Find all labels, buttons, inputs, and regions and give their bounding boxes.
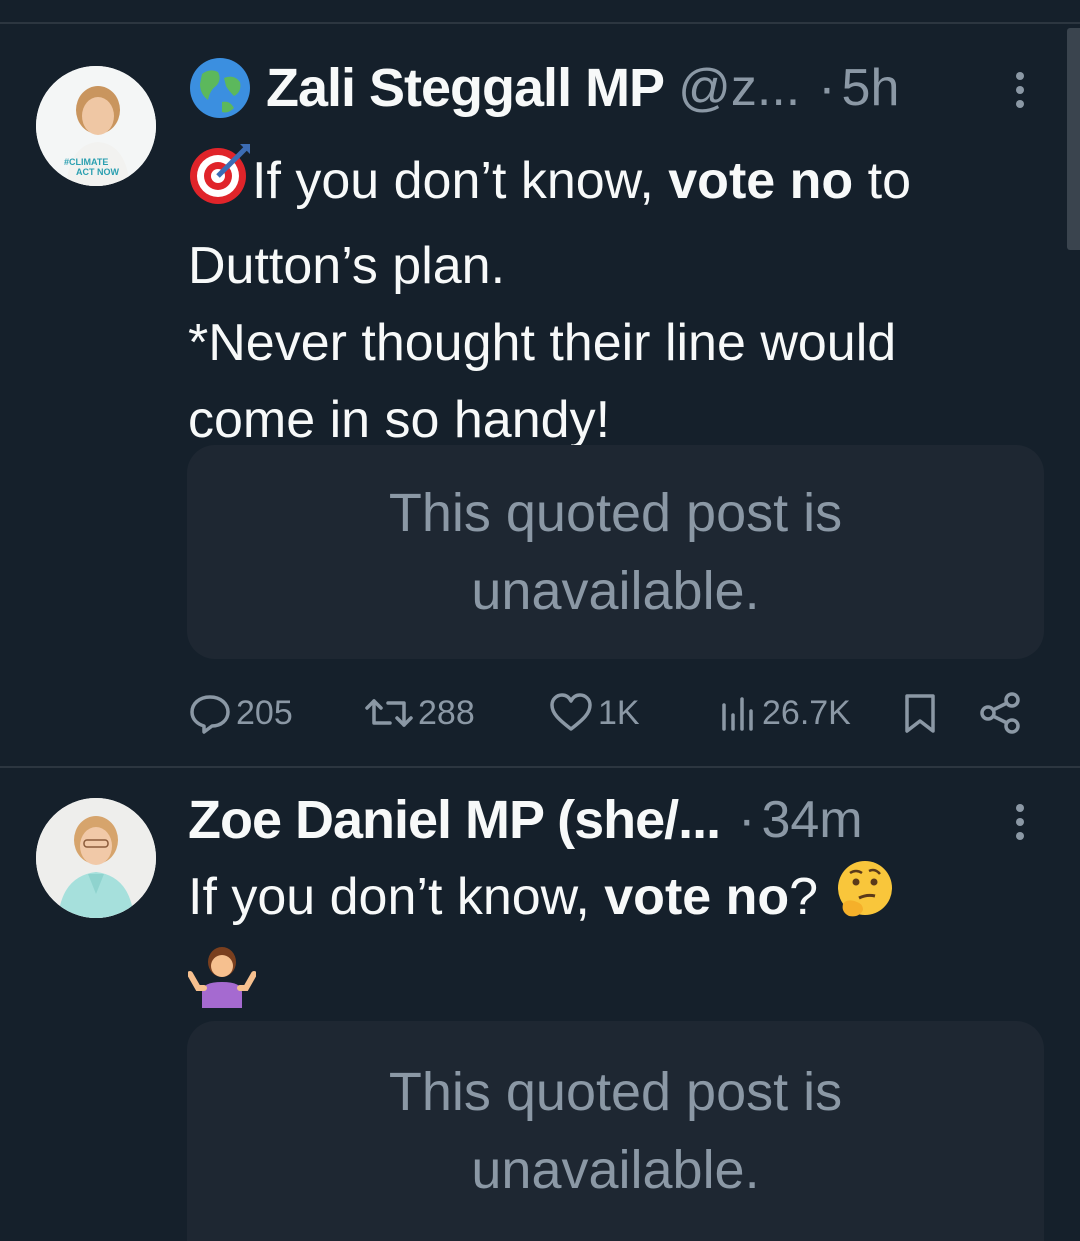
quoted-post-unavailable: This quoted post is unavailable. <box>388 1062 843 1200</box>
tweet-text-line: Dutton’s plan. <box>188 237 506 295</box>
bookmark-button[interactable] <box>900 688 944 738</box>
more-options-icon[interactable] <box>1000 70 1040 110</box>
view-count: 26.7K <box>762 693 851 732</box>
quoted-post-card[interactable]: This quoted post is unavailable. <box>187 445 1044 659</box>
tweet-header: Zoe Daniel MP (she/... · 34m <box>188 790 1040 850</box>
quoted-post-unavailable: This quoted post is unavailable. <box>388 483 843 621</box>
reply-icon <box>190 695 230 734</box>
timestamp[interactable]: 5h <box>842 58 900 118</box>
reply-button[interactable]: 205 <box>188 688 293 738</box>
share-icon <box>980 692 1020 734</box>
tweet-text-bold: vote no <box>668 152 854 210</box>
display-name[interactable]: Zali Steggall MP <box>266 57 665 119</box>
tweet-text-part: to <box>853 152 911 210</box>
tweet-text-line: *Never thought their line would <box>188 314 897 372</box>
tweet-text: If you don’t know, vote no? <box>187 858 1020 1030</box>
share-button[interactable] <box>978 688 1026 738</box>
avatar[interactable]: #CLIMATE ACT NOW <box>36 66 156 186</box>
reply-count: 205 <box>236 693 293 732</box>
repost-button[interactable]: 288 <box>364 688 475 738</box>
display-name[interactable]: Zoe Daniel MP (she/... <box>188 789 721 851</box>
views-button[interactable]: 26.7K <box>718 688 851 738</box>
separator-dot: · <box>818 59 836 117</box>
user-handle[interactable]: @z... <box>678 58 800 118</box>
tweet-header: Zali Steggall MP @z... · 5h <box>188 58 1040 118</box>
tweet-text-part: If you don’t know, <box>252 152 669 210</box>
repost-count: 288 <box>418 693 475 732</box>
tweet[interactable]: #CLIMATE ACT NOW Zali Steggall MP @z... … <box>0 24 1080 766</box>
tweet-actions: 205 288 1K 26.7K <box>188 688 1028 738</box>
like-count: 1K <box>598 693 640 732</box>
thinking-face-icon <box>833 858 897 944</box>
separator-dot: · <box>738 791 756 849</box>
tweet-text-part: If you don’t know, <box>188 868 605 926</box>
timestamp[interactable]: 34m <box>761 790 862 850</box>
more-options-icon[interactable] <box>1000 802 1040 842</box>
direct-hit-target-icon <box>188 142 252 228</box>
svg-text:ACT NOW: ACT NOW <box>76 167 119 177</box>
heart-icon <box>550 693 592 731</box>
tweet-text-bold: vote no <box>604 868 790 926</box>
person-shrugging-icon <box>187 944 257 1030</box>
svg-text:#CLIMATE: #CLIMATE <box>64 157 108 167</box>
repost-icon <box>365 699 413 727</box>
like-button[interactable]: 1K <box>548 688 640 738</box>
tweet-text-part: ? <box>789 868 819 926</box>
globe-icon <box>188 56 252 120</box>
analytics-icon <box>722 697 753 731</box>
tweet[interactable]: Zoe Daniel MP (she/... · 34m If you don’… <box>0 768 1080 1241</box>
tweet-text: If you don’t know, vote no to Dutton’s p… <box>188 142 1020 459</box>
quoted-post-card[interactable]: This quoted post is unavailable. <box>187 1021 1044 1241</box>
avatar[interactable] <box>36 798 156 918</box>
bookmark-icon <box>905 694 935 733</box>
